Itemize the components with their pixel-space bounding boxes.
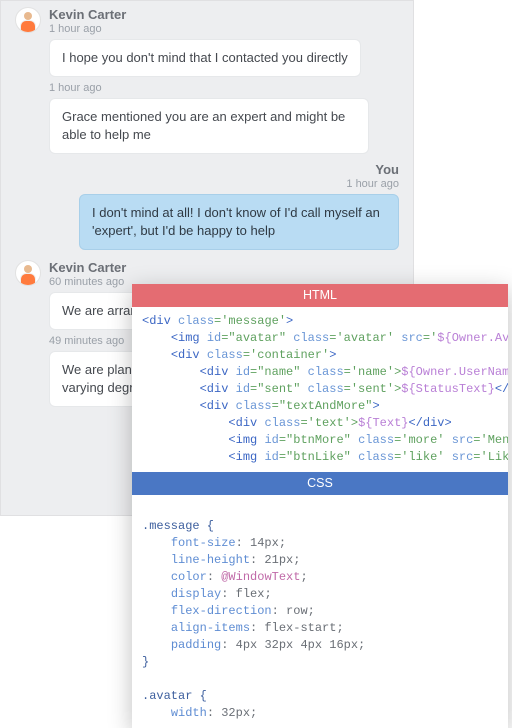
- code-overlay: HTML <div class='message'> <img id="avat…: [132, 284, 508, 728]
- message-group-you: You 1 hour ago I don't mind at all! I do…: [1, 154, 413, 254]
- overlay-header-html: HTML: [132, 284, 508, 307]
- avatar-icon[interactable]: [15, 7, 41, 33]
- message-body: Kevin Carter 1 hour ago I hope you don't…: [49, 7, 399, 77]
- message-bubble-you[interactable]: I don't mind at all! I don't know of I'd…: [79, 194, 399, 250]
- message-bubble[interactable]: I hope you don't mind that I contacted y…: [49, 39, 361, 77]
- overlay-header-css: CSS: [132, 472, 508, 495]
- sender-name-you: You: [15, 162, 399, 177]
- timestamp: 1 hour ago: [15, 178, 399, 190]
- avatar-col: [15, 7, 49, 77]
- timestamp: 1 hour ago: [49, 23, 399, 35]
- message-followup: 1 hour ago Grace mentioned you are an ex…: [1, 79, 413, 154]
- sender-name: Kevin Carter: [49, 7, 399, 22]
- message-bubble[interactable]: Grace mentioned you are an expert and mi…: [49, 98, 369, 154]
- css-code-block[interactable]: .message { font-size: 14px; line-height:…: [132, 495, 508, 728]
- timestamp: 1 hour ago: [49, 82, 399, 94]
- sender-name: Kevin Carter: [49, 260, 399, 275]
- avatar-col: [15, 260, 49, 330]
- html-code-block[interactable]: <div class='message'> <img id="avatar" c…: [132, 307, 508, 472]
- avatar-icon[interactable]: [15, 260, 41, 286]
- message-group: Kevin Carter 1 hour ago I hope you don't…: [1, 1, 413, 79]
